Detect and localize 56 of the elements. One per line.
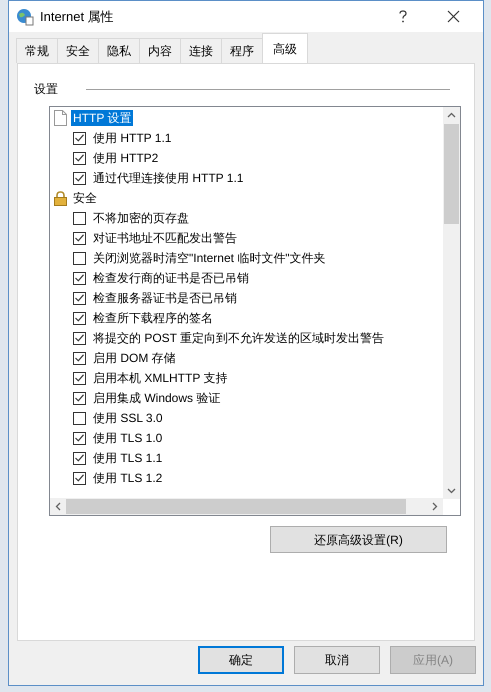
option-label[interactable]: 关闭浏览器时清空"Internet 临时文件"文件夹 (92, 250, 327, 266)
tree-group[interactable]: HTTP 设置 (71, 110, 134, 126)
lock-icon (54, 190, 67, 206)
checkbox[interactable] (73, 412, 86, 424)
option-label[interactable]: 启用本机 XMLHTTP 支持 (92, 370, 228, 386)
checkbox[interactable] (73, 152, 86, 164)
checkbox[interactable] (73, 132, 86, 144)
checkbox[interactable] (73, 332, 86, 344)
tab[interactable]: 高级 (262, 33, 308, 64)
option-label[interactable]: 使用 TLS 1.0 (92, 430, 164, 446)
tree-group[interactable]: 安全 (71, 190, 99, 206)
window-title: Internet 属性 (40, 8, 114, 26)
option-label[interactable]: 启用集成 Windows 验证 (92, 390, 222, 406)
scrollbar-thumb[interactable] (444, 124, 459, 224)
checkbox[interactable] (73, 372, 86, 384)
option-label[interactable]: 将提交的 POST 重定向到不允许发送的区域时发出警告 (92, 330, 386, 346)
close-icon (446, 10, 460, 23)
vertical-scrollbar[interactable] (443, 107, 460, 499)
dialog-button[interactable]: 确定 (198, 646, 284, 674)
checkbox[interactable] (73, 252, 86, 264)
option-label[interactable]: 检查所下载程序的签名 (92, 310, 214, 326)
option-label[interactable]: 使用 SSL 3.0 (92, 410, 164, 426)
checkbox[interactable] (73, 432, 86, 444)
option-label[interactable]: 检查发行商的证书是否已吊销 (92, 270, 250, 286)
checkbox[interactable] (73, 292, 86, 304)
option-label[interactable]: 通过代理连接使用 HTTP 1.1 (92, 170, 244, 186)
tab[interactable]: 常规 (16, 38, 58, 63)
option-label[interactable]: 使用 TLS 1.1 (92, 450, 164, 466)
scroll-right-icon (432, 502, 438, 511)
checkbox[interactable] (73, 312, 86, 324)
option-label[interactable]: 检查服务器证书是否已吊销 (92, 290, 238, 306)
checkbox[interactable] (73, 352, 86, 364)
checkbox[interactable] (73, 472, 86, 484)
dialog-button[interactable]: 取消 (294, 646, 380, 674)
checkbox[interactable] (73, 232, 86, 244)
group-heading: 设置 (34, 81, 58, 98)
document-icon (54, 110, 67, 126)
scroll-up-icon (447, 112, 456, 118)
scroll-left-icon (55, 502, 61, 511)
scrollbar-thumb[interactable] (66, 499, 406, 514)
option-label[interactable]: 使用 HTTP 1.1 (92, 130, 172, 146)
help-icon (399, 10, 407, 23)
option-label[interactable]: 使用 HTTP2 (92, 150, 160, 166)
checkbox[interactable] (73, 392, 86, 404)
globe-icon (16, 8, 34, 26)
option-label[interactable]: 使用 TLS 1.2 (92, 470, 164, 486)
option-label[interactable]: 对证书地址不匹配发出警告 (92, 230, 238, 246)
checkbox[interactable] (73, 452, 86, 464)
scroll-down-icon (447, 488, 456, 494)
reset-button[interactable]: 还原高级设置(R) (270, 526, 447, 553)
option-label[interactable]: 启用 DOM 存储 (92, 350, 177, 366)
checkbox[interactable] (73, 212, 86, 224)
checkbox[interactable] (73, 172, 86, 184)
checkbox[interactable] (73, 272, 86, 284)
option-label[interactable]: 不将加密的页存盘 (92, 210, 190, 226)
horizontal-scrollbar[interactable] (50, 498, 443, 515)
